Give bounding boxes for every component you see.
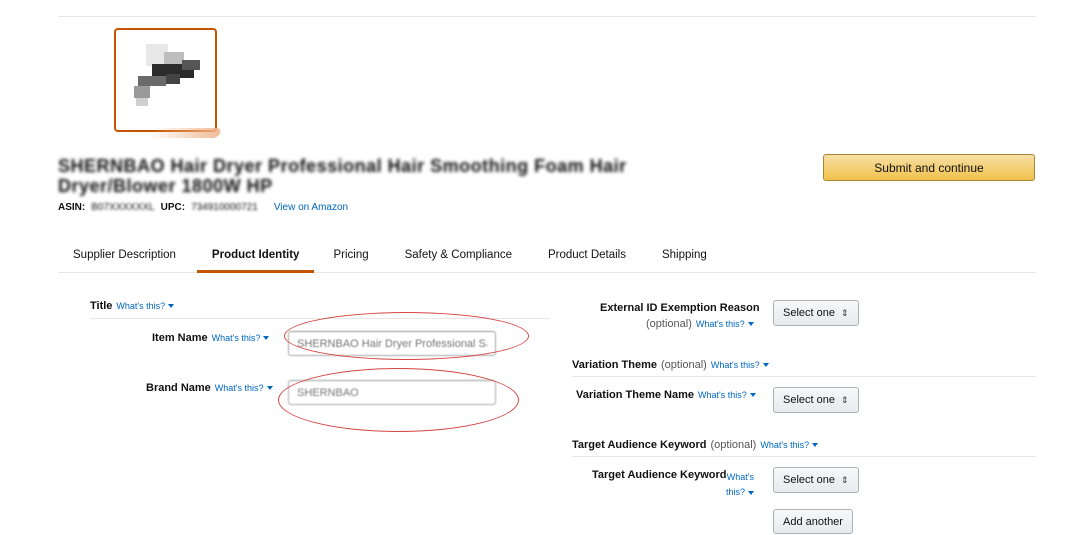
upc-label: UPC: (160, 202, 186, 213)
caret-down-icon (812, 443, 819, 448)
variation-theme-name-field-label: Variation Theme Name What's this? (576, 389, 756, 401)
brand-name-input[interactable] (288, 380, 496, 405)
tab-product-identity[interactable]: Product Identity (196, 238, 315, 273)
section-divider (572, 456, 1036, 457)
variation-theme-name-label: Variation Theme Name (576, 389, 694, 401)
whats-this-link[interactable]: What's this? (711, 360, 760, 370)
variation-theme-name-select[interactable]: Select one ⇕ (773, 387, 859, 413)
caret-down-icon (263, 336, 270, 341)
thumbnail-pixel (182, 60, 200, 70)
whats-this-link[interactable]: What's this? (215, 383, 264, 393)
whats-this-link[interactable]: What's this? (212, 333, 261, 343)
whats-this-link[interactable]: What's this? (698, 390, 747, 400)
optional-text: (optional) (646, 318, 692, 330)
thumbnail-shadow (148, 128, 222, 138)
target-audience-keyword-label: Target Audience Keyword (572, 439, 707, 451)
whats-this-link[interactable]: What's this? (696, 319, 745, 329)
tab-product-details[interactable]: Product Details (533, 238, 641, 272)
tab-safety-compliance[interactable]: Safety & Compliance (390, 238, 527, 272)
upc-value: 734910000721 (191, 202, 258, 213)
thumbnail-pixel (138, 76, 166, 86)
title-section-heading: Title What's this? (90, 300, 175, 312)
tab-pricing[interactable]: Pricing (318, 238, 383, 272)
caret-down-icon (762, 363, 769, 368)
item-name-input[interactable] (288, 331, 496, 356)
product-identifiers: ASIN: B07XXXXXXL UPC: 734910000721 View … (58, 202, 348, 213)
select-value: Select one (783, 307, 835, 319)
thumbnail-pixel (166, 74, 180, 84)
variation-theme-label: Variation Theme (572, 359, 657, 371)
target-audience-keyword-select[interactable]: Select one ⇕ (773, 467, 859, 493)
caret-down-icon (168, 304, 175, 309)
product-thumbnail[interactable] (114, 28, 217, 132)
external-id-exemption-optional: (optional) What's this? (646, 318, 754, 330)
thumbnail-pixel (164, 52, 184, 64)
caret-down-icon (266, 386, 273, 391)
add-another-button[interactable]: Add another (773, 509, 853, 534)
caret-down-icon (749, 393, 756, 398)
variation-theme-heading: Variation Theme (optional) What's this? (572, 359, 769, 371)
whats-this-wrapped[interactable]: What's this? (710, 470, 754, 500)
section-divider (572, 376, 1036, 377)
external-id-exemption-select[interactable]: Select one ⇕ (773, 300, 859, 326)
section-divider (90, 318, 550, 319)
tab-bar: Supplier Description Product Identity Pr… (58, 238, 1036, 273)
asin-label: ASIN: (58, 202, 86, 213)
select-arrows-icon: ⇕ (840, 307, 849, 318)
optional-text: (optional) (710, 439, 757, 451)
thumbnail-pixel (136, 98, 148, 106)
external-id-exemption-label: External ID Exemption Reason (600, 302, 760, 314)
asin-value: B07XXXXXXL (91, 202, 155, 213)
select-value: Select one (783, 394, 835, 406)
caret-down-icon (747, 322, 754, 327)
view-on-amazon-link[interactable]: View on Amazon (274, 202, 348, 213)
target-audience-keyword-field-label: Target Audience Keyword (592, 469, 726, 481)
item-name-field-label: Item Name What's this? (152, 332, 270, 344)
target-audience-keyword-heading: Target Audience Keyword (optional) What's … (572, 439, 819, 451)
title-label: Title (90, 300, 113, 312)
whats-this-link[interactable]: What's this? (116, 301, 165, 311)
whats-this-link[interactable]: What's this? (760, 440, 809, 450)
thumbnail-pixel (134, 86, 150, 98)
top-divider (58, 16, 1036, 17)
tab-supplier-description[interactable]: Supplier Description (58, 238, 191, 272)
select-value: Select one (783, 474, 835, 486)
target-audience-keyword-field-text: Target Audience Keyword (592, 469, 727, 481)
select-arrows-icon: ⇕ (840, 394, 849, 405)
submit-and-continue-button[interactable]: Submit and continue (823, 154, 1035, 181)
select-arrows-icon: ⇕ (840, 474, 849, 485)
optional-text: (optional) (660, 359, 707, 371)
brand-name-label: Brand Name (146, 382, 211, 394)
caret-down-icon (748, 490, 754, 495)
tab-shipping[interactable]: Shipping (647, 238, 722, 272)
item-name-label: Item Name (152, 332, 208, 344)
brand-name-field-label: Brand Name What's this? (146, 382, 273, 394)
product-title: SHERNBAO Hair Dryer Professional Hair Sm… (58, 156, 627, 196)
